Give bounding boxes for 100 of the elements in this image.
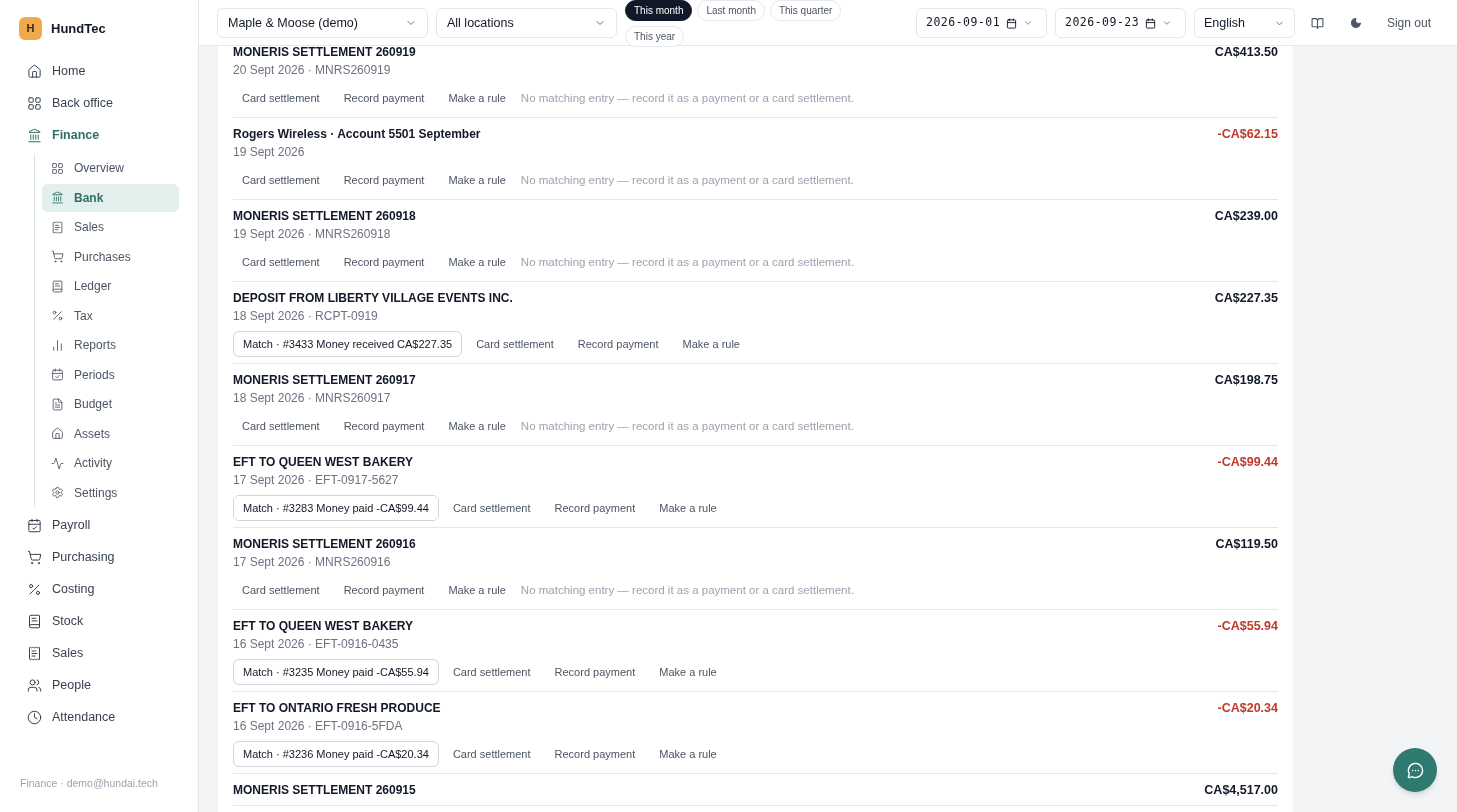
- match-button[interactable]: Match · #3433 Money received CA$227.35: [233, 331, 463, 357]
- action-button[interactable]: Record payment: [545, 495, 645, 521]
- bank-icon: [51, 191, 64, 204]
- transaction-amount: CA$239.00: [1214, 208, 1278, 225]
- match-button[interactable]: Match · #3283 Money paid -CA$99.44: [233, 495, 439, 521]
- footer-text: Finance · demo@hundai.tech: [20, 776, 159, 792]
- nav-item[interactable]: Activity: [42, 449, 179, 477]
- nav-item[interactable]: Bank: [42, 183, 179, 212]
- nav-item[interactable]: Purchasing: [19, 541, 179, 573]
- date-field[interactable]: 2026-09-01: [915, 8, 1047, 38]
- action-button[interactable]: Make a rule: [650, 495, 726, 521]
- action-button[interactable]: Card settlement: [233, 413, 329, 439]
- book-icon: [27, 613, 42, 629]
- activity-icon: [51, 456, 64, 470]
- nav-item[interactable]: Assets: [42, 419, 179, 448]
- action-button[interactable]: Card settlement: [233, 85, 329, 111]
- no-match-note: No matching entry — record it as a payment or a card settlement.: [520, 91, 854, 106]
- transaction-title: EFT TO ONTARIO FRESH PRODUCE: [233, 700, 441, 717]
- grid-icon: [51, 161, 64, 175]
- nav-item[interactable]: People: [19, 669, 179, 701]
- period-pill[interactable]: Last month: [697, 0, 765, 21]
- no-match-note: No matching entry — record it as a payment or a card settlement.: [520, 583, 854, 598]
- transaction-amount: CA$198.75: [1214, 372, 1278, 389]
- nav-item[interactable]: Settings: [42, 478, 179, 507]
- sign-out-link[interactable]: Sign out: [1378, 8, 1439, 38]
- nav-item[interactable]: Periods: [42, 360, 179, 389]
- transaction-amount: CA$119.50: [1215, 536, 1278, 553]
- period-pill[interactable]: This month: [625, 0, 693, 21]
- action-button[interactable]: Card settlement: [443, 659, 540, 685]
- nav-item[interactable]: Attendance: [19, 701, 179, 733]
- nav-item[interactable]: Overview: [42, 154, 179, 182]
- no-match-note: No matching entry — record it as a payment or a card settlement.: [520, 173, 854, 188]
- nav-item[interactable]: Budget: [42, 390, 179, 418]
- action-button[interactable]: Record payment: [334, 167, 434, 193]
- period-pill[interactable]: This year: [625, 26, 685, 47]
- action-button[interactable]: Record payment: [545, 659, 645, 685]
- nav-item[interactable]: Sales: [19, 637, 179, 669]
- action-button[interactable]: Make a rule: [673, 331, 749, 357]
- location-select[interactable]: All locations: [436, 8, 617, 38]
- calendar-icon: [1006, 17, 1018, 29]
- action-button[interactable]: Make a rule: [439, 577, 515, 603]
- action-button[interactable]: Record payment: [334, 85, 434, 111]
- grid-icon: [27, 96, 42, 111]
- chat-button[interactable]: [1393, 748, 1437, 792]
- action-button[interactable]: Card settlement: [443, 741, 540, 767]
- nav-item[interactable]: Home: [19, 56, 179, 87]
- transaction-amount: CA$4,517.00: [1204, 782, 1278, 799]
- transaction-amount: -CA$20.34: [1217, 700, 1278, 717]
- date-field[interactable]: 2026-09-23: [1054, 8, 1186, 38]
- nav-item[interactable]: Stock: [19, 605, 179, 637]
- action-button[interactable]: Make a rule: [439, 413, 515, 439]
- action-button[interactable]: Card settlement: [233, 577, 329, 603]
- action-button[interactable]: Record payment: [545, 741, 645, 767]
- transaction-amount: CA$413.50: [1214, 46, 1278, 61]
- calendar-icon: [51, 368, 64, 381]
- action-button[interactable]: Card settlement: [233, 167, 329, 193]
- nav-item[interactable]: Finance: [19, 120, 179, 151]
- nav-item[interactable]: Payroll: [19, 509, 179, 541]
- language-select[interactable]: English: [1193, 8, 1295, 38]
- no-match-note: No matching entry — record it as a payment or a card settlement.: [520, 419, 854, 434]
- transaction-meta: 17 Sept 2026 · MNRS260916: [233, 554, 391, 571]
- action-button[interactable]: Record payment: [568, 331, 668, 357]
- nav-item[interactable]: Purchases: [42, 242, 179, 271]
- action-button[interactable]: Card settlement: [443, 495, 540, 521]
- company-select[interactable]: Maple & Moose (demo): [217, 8, 428, 38]
- action-button[interactable]: Record payment: [334, 249, 434, 275]
- transaction-meta: 16 Sept 2026 · EFT-0916-5FDA: [233, 718, 403, 735]
- nav-item[interactable]: Sales: [42, 213, 179, 241]
- transaction-amount: CA$227.35: [1214, 290, 1278, 307]
- action-button[interactable]: Make a rule: [650, 741, 726, 767]
- action-button[interactable]: Make a rule: [439, 249, 515, 275]
- transaction-meta: 20 Sept 2026 · MNRS260919: [233, 62, 391, 79]
- transaction-amount: -CA$62.15: [1217, 126, 1278, 143]
- nav-item[interactable]: Back office: [19, 88, 179, 119]
- action-button[interactable]: Record payment: [334, 413, 434, 439]
- cart-icon: [27, 549, 42, 565]
- match-button[interactable]: Match · #3236 Money paid -CA$20.34: [233, 741, 439, 767]
- clock-icon: [27, 709, 42, 725]
- nav-item[interactable]: Ledger: [42, 272, 179, 300]
- percent-icon: [27, 581, 42, 597]
- receipt-icon: [27, 645, 42, 661]
- action-button[interactable]: Make a rule: [650, 659, 726, 685]
- bank-icon: [27, 128, 42, 143]
- action-button[interactable]: Make a rule: [439, 167, 515, 193]
- match-button[interactable]: Match · #3235 Money paid -CA$55.94: [233, 659, 439, 685]
- nav-item[interactable]: Tax: [42, 301, 179, 330]
- action-button[interactable]: Card settlement: [233, 249, 329, 275]
- period-pill[interactable]: This quarter: [769, 0, 842, 21]
- transaction-title: EFT TO QUEEN WEST BAKERY: [233, 618, 413, 635]
- transaction-meta: 17 Sept 2026 · EFT-0917-5627: [233, 472, 399, 489]
- nav-item[interactable]: Costing: [19, 573, 179, 605]
- transaction-amount: -CA$99.44: [1217, 454, 1278, 471]
- transaction-title: DEPOSIT FROM LIBERTY VILLAGE EVENTS INC.: [233, 290, 513, 307]
- calendar-icon: [27, 517, 42, 533]
- nav-item[interactable]: Reports: [42, 331, 179, 359]
- action-button[interactable]: Card settlement: [467, 331, 563, 357]
- action-button[interactable]: Record payment: [334, 577, 434, 603]
- receipt-icon: [51, 220, 64, 234]
- action-button[interactable]: Make a rule: [439, 85, 515, 111]
- bar-chart-icon: [51, 338, 64, 352]
